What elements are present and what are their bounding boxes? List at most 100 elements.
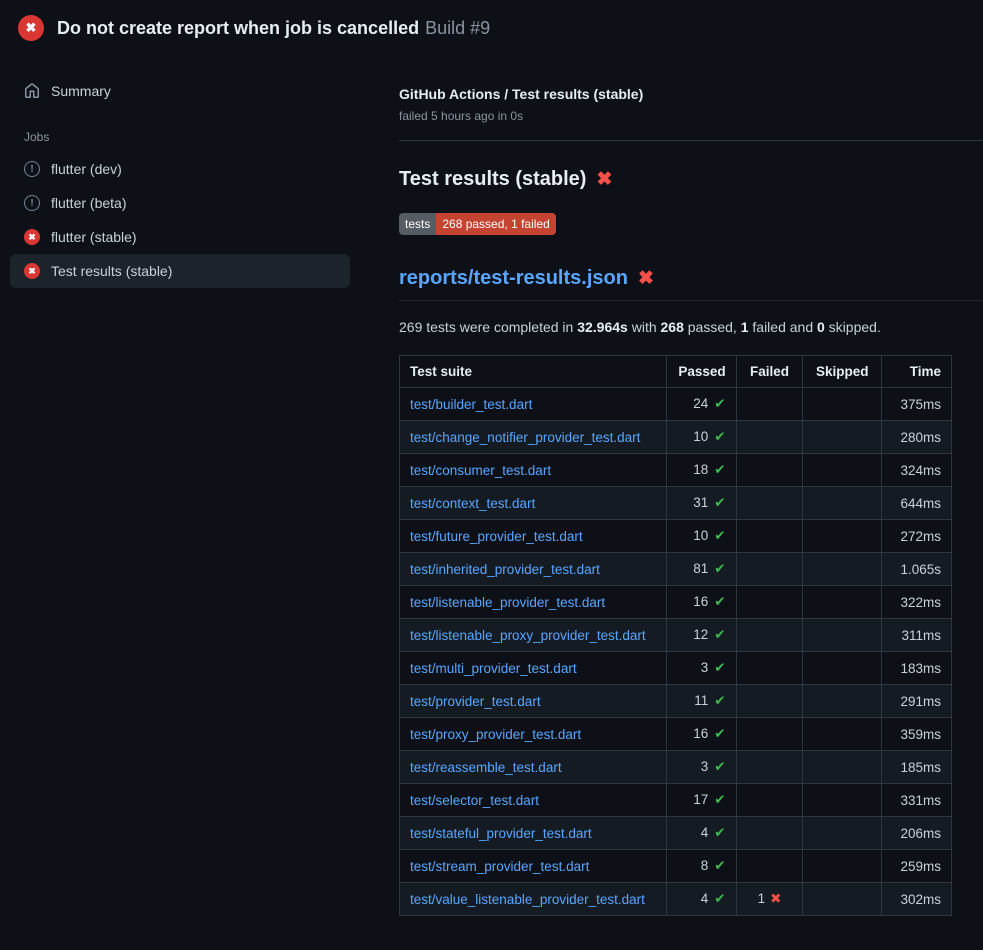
- build-number: Build #9: [425, 18, 490, 38]
- skipped-cell: [803, 652, 882, 685]
- table-row: test/change_notifier_provider_test.dart …: [400, 421, 952, 454]
- check-icon: ✔: [714, 759, 725, 774]
- failed-cell: ✖: [736, 553, 803, 586]
- time-cell: 644ms: [882, 487, 952, 520]
- sidebar-job-item[interactable]: ✖ Test results (stable): [10, 254, 350, 288]
- check-icon: ✔: [714, 627, 725, 642]
- time-cell: 259ms: [882, 850, 952, 883]
- test-suite-link[interactable]: test/builder_test.dart: [410, 397, 532, 412]
- summary-sentence: 269 tests were completed in 32.964s with…: [399, 319, 952, 335]
- test-suite-link[interactable]: test/proxy_provider_test.dart: [410, 727, 581, 742]
- skipped-cell: [803, 784, 882, 817]
- breadcrumb: GitHub Actions / Test results (stable): [399, 86, 952, 102]
- test-suite-link[interactable]: test/stateful_provider_test.dart: [410, 826, 592, 841]
- table-row: test/reassemble_test.dart 3✔ ✖ 185ms: [400, 751, 952, 784]
- passed-cell: 18✔: [666, 454, 736, 487]
- skipped-cell: [803, 685, 882, 718]
- table-row: test/listenable_provider_test.dart 16✔ ✖…: [400, 586, 952, 619]
- skipped-cell: [803, 718, 882, 751]
- sidebar: Summary Jobs ! flutter (dev) ! flutter (…: [0, 54, 360, 288]
- skipped-cell: [803, 388, 882, 421]
- check-icon: ✔: [714, 528, 725, 543]
- skipped-cell: [803, 586, 882, 619]
- skipped-cell: [803, 421, 882, 454]
- test-suite-link[interactable]: test/listenable_provider_test.dart: [410, 595, 605, 610]
- failed-cell: ✖: [736, 388, 803, 421]
- column-header-test-suite: Test suite: [400, 356, 667, 388]
- test-suite-link[interactable]: test/selector_test.dart: [410, 793, 539, 808]
- skipped-cell: [803, 850, 882, 883]
- page-title: Do not create report when job is cancell…: [57, 18, 490, 39]
- sidebar-jobs-list: ! flutter (dev) ! flutter (beta) ✖ flutt…: [10, 152, 350, 288]
- test-results-table: Test suite Passed Failed Skipped Time te…: [399, 355, 952, 916]
- failed-cell: ✖: [736, 751, 803, 784]
- time-cell: 311ms: [882, 619, 952, 652]
- passed-count: 268: [661, 319, 684, 335]
- sidebar-job-item[interactable]: ! flutter (beta): [10, 186, 350, 220]
- passed-cell: 3✔: [666, 751, 736, 784]
- table-row: test/selector_test.dart 17✔ ✖ 331ms: [400, 784, 952, 817]
- passed-cell: 16✔: [666, 586, 736, 619]
- test-suite-link[interactable]: test/future_provider_test.dart: [410, 529, 583, 544]
- badge-value: 268 passed, 1 failed: [436, 213, 555, 235]
- check-icon: ✔: [714, 396, 725, 411]
- table-row: test/listenable_proxy_provider_test.dart…: [400, 619, 952, 652]
- test-suite-link[interactable]: test/listenable_proxy_provider_test.dart: [410, 628, 646, 643]
- passed-cell: 4✔: [666, 817, 736, 850]
- job-label: Test results (stable): [51, 263, 172, 279]
- failed-cell: ✖: [736, 586, 803, 619]
- table-row: test/inherited_provider_test.dart 81✔ ✖ …: [400, 553, 952, 586]
- sidebar-job-item[interactable]: ! flutter (dev): [10, 152, 350, 186]
- test-suite-link[interactable]: test/reassemble_test.dart: [410, 760, 562, 775]
- neutral-status-icon: !: [24, 195, 40, 211]
- skipped-count: 0: [817, 319, 825, 335]
- failed-cell: ✖: [736, 619, 803, 652]
- time-cell: 359ms: [882, 718, 952, 751]
- sidebar-item-summary[interactable]: Summary: [10, 74, 350, 108]
- time-cell: 324ms: [882, 454, 952, 487]
- column-header-passed: Passed: [666, 356, 736, 388]
- failed-cell: ✖: [736, 685, 803, 718]
- table-row: test/provider_test.dart 11✔ ✖ 291ms: [400, 685, 952, 718]
- total-duration: 32.964s: [577, 319, 628, 335]
- check-icon: ✔: [714, 693, 725, 708]
- check-icon: ✔: [714, 792, 725, 807]
- failed-cell: 1✖: [736, 883, 803, 916]
- job-label: flutter (dev): [51, 161, 122, 177]
- passed-cell: 10✔: [666, 520, 736, 553]
- table-row: test/stateful_provider_test.dart 4✔ ✖ 20…: [400, 817, 952, 850]
- report-file-link[interactable]: reports/test-results.json: [399, 267, 628, 290]
- skipped-cell: [803, 487, 882, 520]
- test-suite-link[interactable]: test/consumer_test.dart: [410, 463, 551, 478]
- table-row: test/value_listenable_provider_test.dart…: [400, 883, 952, 916]
- skipped-cell: [803, 553, 882, 586]
- test-suite-link[interactable]: test/value_listenable_provider_test.dart: [410, 892, 645, 907]
- failed-status-icon: ✖: [24, 229, 40, 245]
- passed-cell: 16✔: [666, 718, 736, 751]
- test-suite-link[interactable]: test/inherited_provider_test.dart: [410, 562, 600, 577]
- test-suite-link[interactable]: test/context_test.dart: [410, 496, 535, 511]
- test-suite-link[interactable]: test/multi_provider_test.dart: [410, 661, 577, 676]
- table-row: test/multi_provider_test.dart 3✔ ✖ 183ms: [400, 652, 952, 685]
- check-icon: ✔: [714, 858, 725, 873]
- check-icon: ✔: [714, 495, 725, 510]
- home-icon: [24, 83, 40, 99]
- passed-cell: 11✔: [666, 685, 736, 718]
- test-suite-link[interactable]: test/stream_provider_test.dart: [410, 859, 589, 874]
- check-icon: ✔: [714, 825, 725, 840]
- failed-cell: ✖: [736, 817, 803, 850]
- main-content: GitHub Actions / Test results (stable) f…: [360, 54, 983, 916]
- table-row: test/proxy_provider_test.dart 16✔ ✖ 359m…: [400, 718, 952, 751]
- check-icon: ✔: [714, 561, 725, 576]
- check-icon: ✔: [714, 429, 725, 444]
- failed-cell: ✖: [736, 718, 803, 751]
- sidebar-job-item[interactable]: ✖ flutter (stable): [10, 220, 350, 254]
- failed-cross-icon: ✖: [638, 269, 654, 288]
- test-suite-link[interactable]: test/change_notifier_provider_test.dart: [410, 430, 640, 445]
- test-suite-link[interactable]: test/provider_test.dart: [410, 694, 541, 709]
- check-icon: ✔: [714, 594, 725, 609]
- time-cell: 206ms: [882, 817, 952, 850]
- time-cell: 331ms: [882, 784, 952, 817]
- failed-cross-icon: ✖: [596, 170, 612, 189]
- passed-cell: 31✔: [666, 487, 736, 520]
